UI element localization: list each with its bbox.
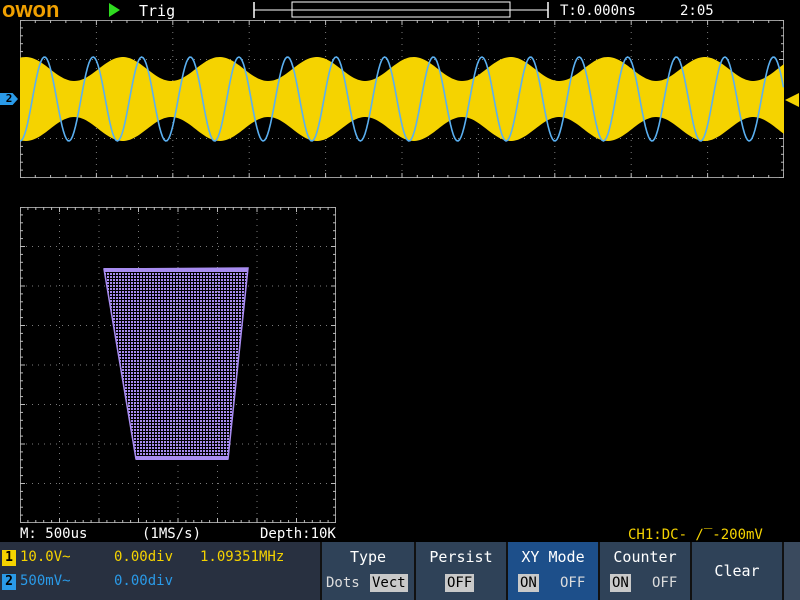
clear-button[interactable]: Clear xyxy=(692,562,782,580)
trigger-status: Trig xyxy=(139,2,176,20)
menu-xy-mode[interactable]: XY Mode ON OFF xyxy=(506,542,598,600)
time-offset-readout: T:0.000ns xyxy=(560,3,636,19)
menu-xy-mode-title: XY Mode xyxy=(521,548,585,566)
ch2-position: 0.00div xyxy=(114,573,174,589)
menu-scroll-strip[interactable] xyxy=(782,542,800,600)
counter-on-option[interactable]: ON xyxy=(610,574,631,592)
xy-trace xyxy=(103,267,249,460)
xy-mode-off-option[interactable]: OFF xyxy=(560,574,585,592)
ch2-scale: 500mV~ xyxy=(20,573,71,589)
persist-value[interactable]: OFF xyxy=(445,574,475,592)
menu-persist-title: Persist xyxy=(429,548,493,566)
trigger-condition: CH1:DC-_∕‾-200mV xyxy=(628,527,763,543)
run-state-icon xyxy=(109,3,120,17)
sample-rate-readout: (1MS/s) xyxy=(142,526,202,542)
type-dots-option[interactable]: Dots xyxy=(326,574,360,592)
timebase-readout: M: 500us xyxy=(20,526,88,542)
menu-counter-title: Counter xyxy=(613,548,677,566)
record-depth-readout: Depth:10K xyxy=(260,526,336,542)
menu-persist[interactable]: Persist OFF xyxy=(414,542,506,600)
xy-mode-on-option[interactable]: ON xyxy=(518,574,539,592)
ch1-frequency: 1.09351MHz xyxy=(200,549,285,565)
ch1-badge: 1 xyxy=(2,550,16,566)
clock: 2:05 xyxy=(680,3,714,19)
menu-type[interactable]: Type Dots Vect xyxy=(320,542,414,600)
trigger-level-marker[interactable] xyxy=(785,93,799,107)
ch1-position: 0.00div xyxy=(114,549,174,565)
ch1-scale: 10.0V~ xyxy=(20,549,71,565)
menu-clear[interactable]: Clear xyxy=(690,542,782,600)
type-vect-option[interactable]: Vect xyxy=(370,574,408,592)
xy-mode-display xyxy=(20,207,336,523)
menu-counter[interactable]: Counter ON OFF xyxy=(598,542,690,600)
ch2-badge: 2 xyxy=(2,574,16,590)
yt-waveform-display[interactable] xyxy=(20,20,784,178)
brand-logo: OWON xyxy=(2,0,60,22)
memory-position-bar[interactable] xyxy=(252,0,550,20)
menu-type-title: Type xyxy=(349,548,387,566)
counter-off-option[interactable]: OFF xyxy=(652,574,677,592)
ch2-level-marker[interactable]: 2 xyxy=(0,93,18,105)
